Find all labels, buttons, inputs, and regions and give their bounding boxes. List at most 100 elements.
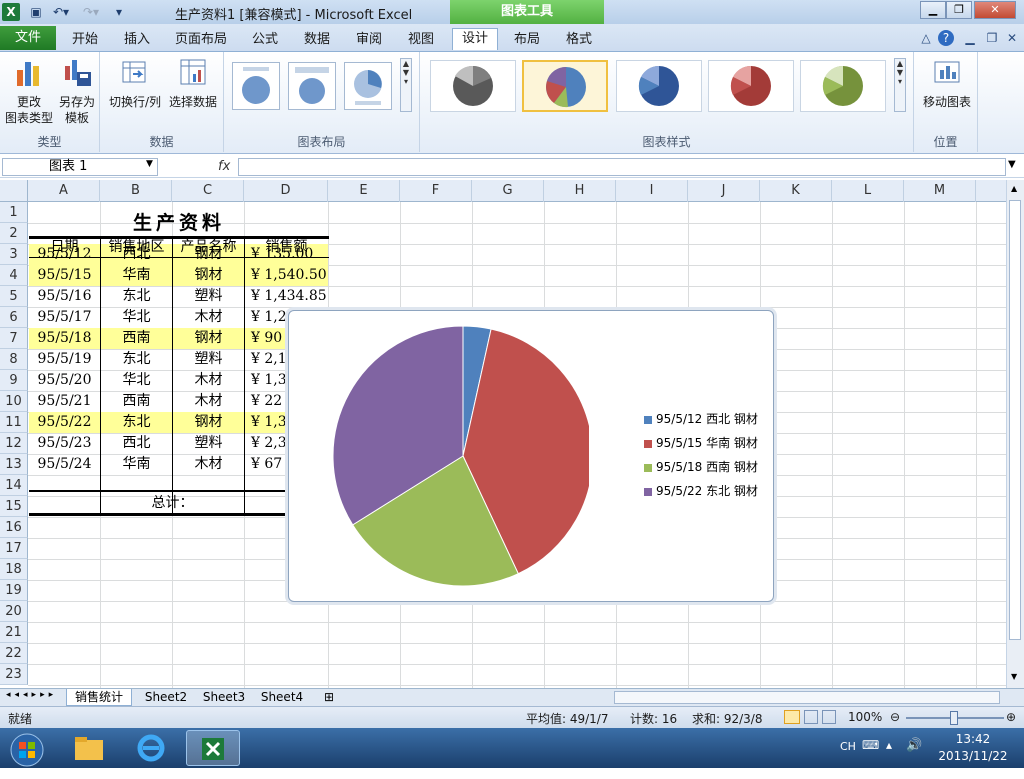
- name-box[interactable]: 图表 1: [2, 158, 158, 176]
- tab-file[interactable]: 文件: [0, 26, 56, 50]
- col-header-J[interactable]: J: [688, 180, 760, 202]
- insert-function-icon[interactable]: fx: [218, 159, 230, 174]
- row-header[interactable]: 4: [0, 265, 28, 286]
- tab-review[interactable]: 审阅: [346, 30, 392, 50]
- chart-style-4[interactable]: [708, 60, 794, 112]
- col-header-C[interactable]: C: [172, 180, 244, 202]
- cell-region[interactable]: 华南: [101, 265, 172, 286]
- cell-product[interactable]: 木材: [173, 391, 244, 412]
- zoom-in-icon[interactable]: ⊕: [1006, 710, 1016, 724]
- cell-product[interactable]: 钢材: [173, 328, 244, 349]
- name-box-dropdown-icon[interactable]: ▼: [146, 159, 153, 169]
- tab-view[interactable]: 视图: [398, 30, 444, 50]
- excel-taskbar-icon[interactable]: [186, 730, 240, 766]
- cell-product[interactable]: 木材: [173, 307, 244, 328]
- cell-region[interactable]: 东北: [101, 349, 172, 370]
- row-header[interactable]: 19: [0, 580, 28, 601]
- cell-date[interactable]: 95/5/21: [29, 391, 100, 412]
- cell-product[interactable]: 塑料: [173, 349, 244, 370]
- normal-view-icon[interactable]: [784, 710, 800, 724]
- legend-item[interactable]: 95/5/18 西南 钢材: [644, 455, 769, 479]
- col-header-E[interactable]: E: [328, 180, 400, 202]
- cell-date[interactable]: 95/5/18: [29, 328, 100, 349]
- row-header[interactable]: 2: [0, 223, 28, 244]
- cell-product[interactable]: 钢材: [173, 412, 244, 433]
- cell-region[interactable]: 西北: [101, 244, 172, 265]
- tab-home[interactable]: 开始: [62, 30, 108, 50]
- cell-date[interactable]: 95/5/22: [29, 412, 100, 433]
- chart-legend[interactable]: 95/5/12 西北 钢材 95/5/15 华南 钢材 95/5/18 西南 钢材 9…: [644, 407, 769, 503]
- maximize-icon[interactable]: ❐: [946, 1, 972, 19]
- col-header-F[interactable]: F: [400, 180, 472, 202]
- minimize-icon[interactable]: ▁: [920, 1, 946, 19]
- cell-product[interactable]: 木材: [173, 454, 244, 475]
- zoom-out-icon[interactable]: ⊖: [890, 710, 900, 724]
- save-as-template-button[interactable]: 另存为 模板: [54, 56, 100, 126]
- row-header[interactable]: 9: [0, 370, 28, 391]
- chart-style-1[interactable]: [430, 60, 516, 112]
- tab-design[interactable]: 设计: [452, 28, 498, 50]
- col-header-G[interactable]: G: [472, 180, 544, 202]
- row-header[interactable]: 3: [0, 244, 28, 265]
- sheet-tab-4[interactable]: Sheet4: [254, 689, 310, 706]
- col-header-B[interactable]: B: [100, 180, 172, 202]
- sheet-tab-sales[interactable]: 销售统计: [66, 689, 132, 706]
- page-layout-view-icon[interactable]: [804, 710, 818, 724]
- cell-region[interactable]: 西南: [101, 328, 172, 349]
- col-header-A[interactable]: A: [28, 180, 100, 202]
- cell-region[interactable]: 华南: [101, 454, 172, 475]
- input-language[interactable]: CH: [840, 740, 856, 753]
- sheet-nav-icons[interactable]: ◂◂◂▸▸▸: [6, 690, 57, 700]
- start-icon[interactable]: [0, 730, 54, 767]
- row-header[interactable]: 15: [0, 496, 28, 517]
- cell-date[interactable]: 95/5/20: [29, 370, 100, 391]
- row-header[interactable]: 12: [0, 433, 28, 454]
- select-all-corner[interactable]: [0, 180, 28, 202]
- cell-date[interactable]: 95/5/17: [29, 307, 100, 328]
- styles-scroll[interactable]: ▲ ▼ ▾: [894, 58, 906, 112]
- cell-product[interactable]: 钢材: [173, 244, 244, 265]
- col-header-H[interactable]: H: [544, 180, 616, 202]
- cell-product[interactable]: 塑料: [173, 433, 244, 454]
- row-header[interactable]: 18: [0, 559, 28, 580]
- tab-formulas[interactable]: 公式: [242, 30, 288, 50]
- undo-icon[interactable]: ↶▾: [50, 3, 72, 21]
- row-header[interactable]: 8: [0, 349, 28, 370]
- cell-region[interactable]: 华北: [101, 307, 172, 328]
- file-explorer-icon[interactable]: [62, 730, 116, 766]
- legend-item[interactable]: 95/5/12 西北 钢材: [644, 407, 769, 431]
- layouts-scroll[interactable]: ▲ ▼ ▾: [400, 58, 412, 112]
- save-icon[interactable]: ▣: [28, 3, 44, 21]
- tray-arrow-icon[interactable]: ▴: [886, 738, 892, 752]
- cell-region[interactable]: 东北: [101, 412, 172, 433]
- cell-date[interactable]: 95/5/12: [29, 244, 100, 265]
- sheet-title[interactable]: 生产资料: [29, 208, 329, 235]
- vertical-scrollbar[interactable]: ▲ ▼: [1006, 180, 1024, 688]
- row-header[interactable]: 10: [0, 391, 28, 412]
- legend-item[interactable]: 95/5/22 东北 钢材: [644, 479, 769, 503]
- chart-layout-1[interactable]: [232, 62, 280, 110]
- sheet-tab-3[interactable]: Sheet3: [196, 689, 252, 706]
- cell-product[interactable]: 木材: [173, 370, 244, 391]
- row-header[interactable]: 7: [0, 328, 28, 349]
- tab-format[interactable]: 格式: [556, 30, 602, 50]
- cell-region[interactable]: 东北: [101, 286, 172, 307]
- cell-product[interactable]: 钢材: [173, 265, 244, 286]
- zoom-slider-thumb[interactable]: [950, 711, 958, 725]
- volume-icon[interactable]: 🔊: [906, 738, 922, 753]
- col-header-L[interactable]: L: [832, 180, 904, 202]
- cell-date[interactable]: 95/5/24: [29, 454, 100, 475]
- legend-item[interactable]: 95/5/15 华南 钢材: [644, 431, 769, 455]
- scroll-down-icon[interactable]: ▼: [1011, 672, 1017, 681]
- pie-chart[interactable]: 95/5/12 西北 钢材 95/5/15 华南 钢材 95/5/18 西南 钢材 9…: [288, 310, 774, 602]
- tab-page-layout[interactable]: 页面布局: [168, 30, 234, 50]
- insert-sheet-icon[interactable]: ⊞: [318, 689, 338, 706]
- row-header[interactable]: 17: [0, 538, 28, 559]
- tab-layout[interactable]: 布局: [504, 30, 550, 50]
- zoom-level[interactable]: 100%: [848, 710, 882, 724]
- page-break-view-icon[interactable]: [822, 710, 836, 724]
- col-header-K[interactable]: K: [760, 180, 832, 202]
- cell-date[interactable]: 95/5/16: [29, 286, 100, 307]
- customize-qat-icon[interactable]: ▾: [112, 3, 126, 21]
- close-icon[interactable]: ✕: [974, 1, 1016, 19]
